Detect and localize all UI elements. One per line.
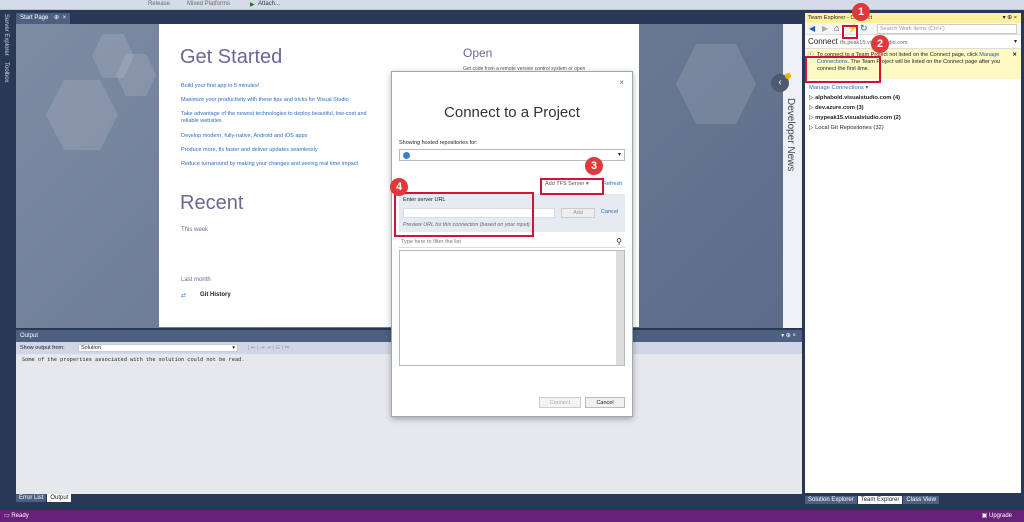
close-icon[interactable]: × bbox=[63, 15, 67, 21]
manage-connections-dropdown[interactable]: Manage Connections ▾ bbox=[805, 83, 1021, 93]
connect-header: Connect tfs.peak15.visualstudio.com ▾ bbox=[805, 35, 1021, 49]
config-dropdown[interactable]: Release bbox=[148, 1, 170, 7]
callout-2: 2 bbox=[871, 35, 889, 53]
close-icon[interactable]: ✕ bbox=[1012, 52, 1017, 59]
team-explorer-panel: Team Explorer - Connect ▾ ⊕ × ◀ ▶ ⌂ ⚡ ↻ … bbox=[805, 13, 1021, 493]
tab-output[interactable]: Output bbox=[47, 494, 72, 502]
platform-dropdown[interactable]: Mixed Platforms bbox=[187, 1, 230, 7]
connection-label: alphabold.visualstudio.com (4) bbox=[815, 95, 901, 101]
left-tool-strip: Server Explorer Toolbox bbox=[0, 10, 14, 510]
connection-item[interactable]: ▷ mypeak15.visualstudio.com (2) bbox=[805, 113, 1021, 123]
link-first-app[interactable]: Build your first app in 5 minutes! bbox=[181, 83, 259, 89]
close-icon[interactable]: × bbox=[619, 78, 624, 87]
connection-item[interactable]: ▷ dev.azure.com (3) bbox=[805, 103, 1021, 113]
developer-news-label[interactable]: Developer News bbox=[785, 98, 796, 171]
tab-solution-explorer[interactable]: Solution Explorer bbox=[805, 496, 857, 504]
this-week-label: This week bbox=[181, 227, 209, 233]
dialog-title: Connect to a Project bbox=[444, 104, 580, 121]
link-produce-more[interactable]: Produce more, fix faster and deliver upd… bbox=[181, 147, 318, 153]
search-work-items-input[interactable]: Search Work Items (Ctrl+') bbox=[877, 24, 1017, 34]
notification-dot bbox=[785, 73, 791, 79]
repo-label: Showing hosted repositories for: bbox=[399, 140, 478, 146]
tab-class-view[interactable]: Class View bbox=[903, 496, 939, 504]
chevron-down-icon[interactable]: ▾ bbox=[1014, 35, 1017, 49]
back-icon[interactable]: ◀ bbox=[809, 24, 815, 33]
ready-icon: ▭ bbox=[4, 513, 10, 519]
link-turnaround[interactable]: Reduce turnaround by making your changes… bbox=[181, 161, 358, 167]
play-icon[interactable]: ▶ bbox=[250, 1, 255, 8]
connection-item[interactable]: ▷ Local Git Repositories (32) bbox=[805, 123, 1021, 133]
toolbox-tab[interactable]: Toolbox bbox=[3, 62, 9, 83]
open-heading: Open bbox=[463, 46, 493, 60]
refresh-link[interactable]: Refresh bbox=[603, 181, 622, 187]
tab-error-list[interactable]: Error List bbox=[16, 494, 47, 502]
developer-news-panel: Developer News bbox=[783, 24, 802, 328]
link-mobile-apps[interactable]: Develop modern, fully-native, Android an… bbox=[181, 133, 307, 139]
add-button[interactable]: Add bbox=[561, 208, 595, 218]
callout-4: 4 bbox=[390, 178, 408, 196]
account-icon bbox=[403, 152, 410, 159]
list-scrollbar[interactable] bbox=[616, 251, 624, 365]
output-source-select[interactable]: Solution ▾ bbox=[78, 344, 238, 352]
highlight-box-server-url bbox=[394, 192, 534, 237]
show-output-label: Show output from: bbox=[20, 345, 65, 351]
repository-list[interactable] bbox=[399, 250, 625, 366]
upgrade-button[interactable]: ▣ Upgrade bbox=[982, 510, 1012, 522]
connection-label: mypeak15.visualstudio.com (2) bbox=[815, 115, 901, 121]
main-toolbar: Release Mixed Platforms ▶ Attach... bbox=[0, 0, 1024, 10]
output-source-value: Solution bbox=[81, 345, 101, 351]
status-bar: ▭ Ready ▣ Upgrade bbox=[0, 510, 1024, 522]
highlight-box-manage-connections bbox=[805, 56, 881, 83]
output-toolbar-icons[interactable]: | ⇤ | ⇥ ⇥ | ☰ | ⇋ bbox=[248, 342, 289, 354]
pin-icon[interactable]: ⊕ bbox=[54, 15, 59, 21]
connection-label: Local Git Repositories (32) bbox=[815, 125, 884, 131]
upgrade-label: Upgrade bbox=[988, 513, 1012, 519]
callout-1: 1 bbox=[852, 3, 870, 21]
attach-button[interactable]: Attach... bbox=[258, 1, 280, 7]
link-technologies[interactable]: Take advantage of the newest technologie… bbox=[181, 111, 367, 117]
refresh-icon[interactable]: ↻ bbox=[860, 23, 868, 34]
connect-to-project-dialog: × Connect to a Project Showing hosted re… bbox=[391, 71, 633, 417]
status-ready: Ready bbox=[11, 513, 29, 519]
forward-icon[interactable]: ▶ bbox=[822, 24, 828, 33]
connect-button[interactable]: Connect bbox=[539, 397, 581, 408]
team-explorer-title-bar: Team Explorer - Connect ▾ ⊕ × bbox=[805, 13, 1021, 23]
highlight-box-add-tfs bbox=[540, 178, 604, 195]
link-productivity[interactable]: Maximize your productivity with these ti… bbox=[181, 97, 349, 103]
tab-label: Start Page bbox=[20, 15, 49, 21]
git-history-icon: ⇄ bbox=[181, 293, 187, 299]
connection-label: dev.azure.com (3) bbox=[815, 105, 864, 111]
hexagon-decoration bbox=[46, 80, 118, 150]
panel-window-controls[interactable]: ▾ ⊕ × bbox=[781, 330, 796, 342]
home-icon[interactable]: ⌂ bbox=[834, 23, 839, 33]
get-started-heading: Get Started bbox=[180, 46, 283, 68]
last-month-label: Last month bbox=[181, 277, 211, 283]
right-bottom-tabs: Solution Explorer Team Explorer Class View bbox=[805, 496, 940, 504]
callout-3: 3 bbox=[585, 157, 603, 175]
search-icon: ⚲ bbox=[616, 237, 622, 246]
tab-start-page[interactable]: Start Page ⊕ × bbox=[16, 13, 71, 24]
recent-item-git-history[interactable]: Git History bbox=[200, 292, 231, 298]
panel-window-controls[interactable]: ▾ ⊕ × bbox=[1003, 13, 1017, 23]
recent-heading: Recent bbox=[180, 192, 244, 214]
connect-title: Connect bbox=[808, 37, 838, 46]
output-title: Output bbox=[20, 333, 39, 339]
cancel-button[interactable]: Cancel bbox=[585, 397, 625, 408]
bottom-tabs: Error List Output bbox=[16, 494, 72, 506]
connection-item[interactable]: ▷ alphabold.visualstudio.com (4) bbox=[805, 93, 1021, 103]
highlight-box-connect-icon bbox=[842, 25, 858, 39]
hexagon-decoration bbox=[676, 44, 756, 124]
tab-team-explorer[interactable]: Team Explorer bbox=[857, 496, 903, 504]
link-technologies-2[interactable]: reliable websites bbox=[181, 118, 222, 124]
filter-input[interactable]: Type here to filter the list bbox=[399, 237, 625, 248]
chevron-down-icon: ▾ bbox=[617, 152, 621, 158]
chevron-down-icon: ▾ bbox=[232, 345, 235, 351]
cancel-link[interactable]: Cancel bbox=[601, 209, 618, 215]
server-explorer-tab[interactable]: Server Explorer bbox=[3, 14, 9, 56]
team-explorer-nav: ◀ ▶ ⌂ ⚡ ↻ Search Work Items (Ctrl+') bbox=[805, 23, 1021, 35]
output-scrollbar[interactable] bbox=[793, 356, 800, 492]
